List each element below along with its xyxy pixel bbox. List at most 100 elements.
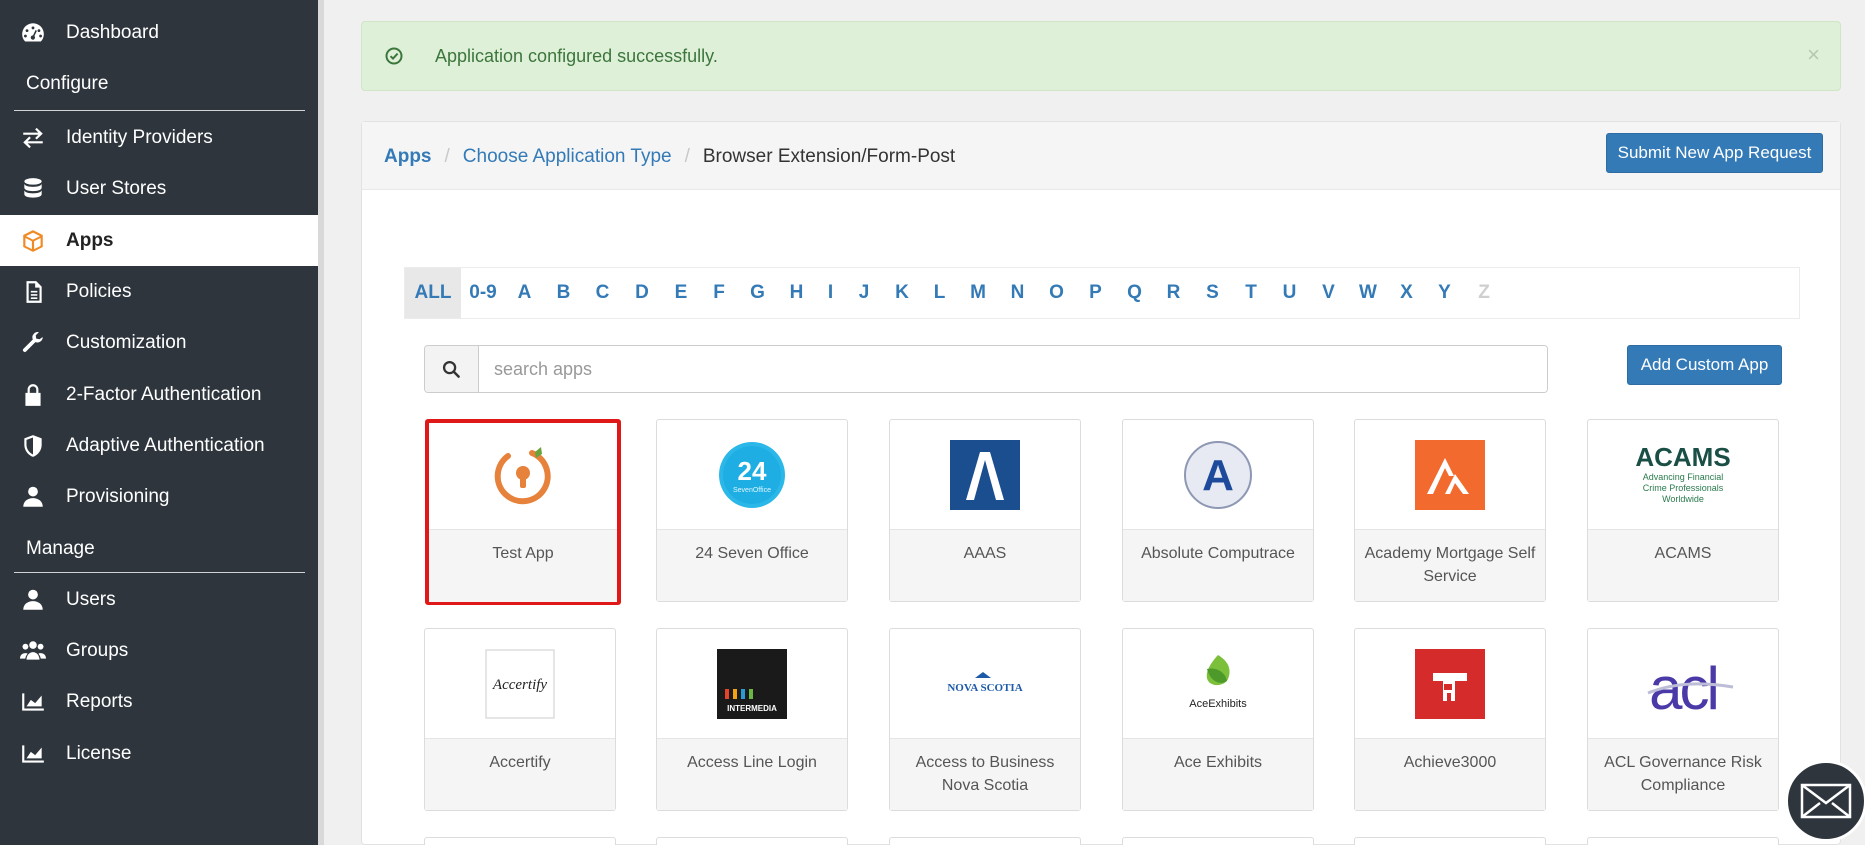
sidebar-item-groups[interactable]: Groups: [0, 625, 318, 676]
close-icon[interactable]: ×: [1807, 42, 1820, 68]
app-name: Accertify: [425, 739, 615, 810]
svg-text:NOVA SCOTIA: NOVA SCOTIA: [947, 682, 1022, 694]
app-card-partial[interactable]: [1122, 837, 1314, 845]
sidebar-item-reports[interactable]: Reports: [0, 676, 318, 727]
filter-letter-w[interactable]: W: [1348, 268, 1388, 318]
svg-text:AceExhibits: AceExhibits: [1189, 698, 1247, 710]
app-card-partial[interactable]: [424, 837, 616, 845]
app-card-access-to-business-nova-scotia[interactable]: NOVA SCOTIA Access to Business Nova Scot…: [889, 628, 1081, 811]
sidebar-item-customization[interactable]: Customization: [0, 317, 318, 368]
app-card-acams[interactable]: ACAMS Advancing Financial Crime Profession…: [1587, 419, 1779, 602]
filter-letter-y[interactable]: Y: [1425, 268, 1464, 318]
filter-letter-u[interactable]: U: [1270, 268, 1309, 318]
divider: [14, 572, 305, 573]
add-custom-app-button[interactable]: Add Custom App: [1627, 345, 1782, 385]
breadcrumb-apps[interactable]: Apps: [384, 146, 432, 168]
filter-letter-v[interactable]: V: [1309, 268, 1348, 318]
svg-text:INTERMEDIA: INTERMEDIA: [727, 704, 777, 713]
app-logo: acl: [1588, 629, 1778, 739]
sidebar-item-identity-providers[interactable]: Identity Providers: [0, 112, 318, 163]
filter-letter-b[interactable]: B: [544, 268, 583, 318]
check-circle-icon: [385, 47, 403, 65]
sidebar-item-license[interactable]: License: [0, 728, 318, 779]
search-button[interactable]: [425, 346, 479, 392]
filter-letter-f[interactable]: F: [700, 268, 738, 318]
filter-letter-r[interactable]: R: [1154, 268, 1193, 318]
app-card-acl-governance[interactable]: acl ACL Governance Risk Compliance: [1587, 628, 1779, 811]
filter-letter-q[interactable]: Q: [1115, 268, 1154, 318]
app-name: ACAMS: [1588, 530, 1778, 601]
app-card-partial[interactable]: [1354, 837, 1546, 845]
filter-letter-o[interactable]: O: [1037, 268, 1076, 318]
filter-letter-a[interactable]: A: [505, 268, 544, 318]
app-card-partial[interactable]: [656, 837, 848, 845]
app-logo: INTERMEDIA: [657, 629, 847, 739]
app-card-accertify[interactable]: Accertify Accertify: [424, 628, 616, 811]
app-name: Achieve3000: [1355, 739, 1545, 810]
sidebar-item-users[interactable]: Users: [0, 574, 318, 625]
app-card-aaas[interactable]: AAAS: [889, 419, 1081, 602]
filter-letter-c[interactable]: C: [583, 268, 622, 318]
app-card-partial[interactable]: [1587, 837, 1779, 845]
app-card-absolute-computrace[interactable]: A Absolute Computrace: [1122, 419, 1314, 602]
area-chart-icon: [0, 741, 66, 767]
filter-letter-t[interactable]: T: [1232, 268, 1270, 318]
area-chart-icon: [0, 689, 66, 715]
alphabet-filter: ALL 0-9 A B C D E F G H I J K L M N O P Q R S T U V W X Y Z: [404, 267, 1800, 319]
24-seven-office-logo-icon: 24SevenOffice: [719, 441, 785, 508]
submit-new-app-request-button[interactable]: Submit New App Request: [1606, 133, 1823, 173]
filter-letter-n[interactable]: N: [998, 268, 1037, 318]
app-name: Access Line Login: [657, 739, 847, 810]
app-name: Access to Business Nova Scotia: [890, 739, 1080, 810]
panel-header: Apps / Choose Application Type / Browser…: [362, 122, 1840, 190]
app-card-access-line-login[interactable]: INTERMEDIA Access Line Login: [656, 628, 848, 811]
app-card-partial[interactable]: [889, 837, 1081, 845]
sidebar-item-adaptive-authentication[interactable]: Adaptive Authentication: [0, 420, 318, 471]
filter-letter-g[interactable]: G: [738, 268, 777, 318]
section-heading-manage: Manage: [26, 538, 95, 559]
shield-icon: [0, 433, 66, 459]
filter-letter-k[interactable]: K: [883, 268, 921, 318]
filter-letter-p[interactable]: P: [1076, 268, 1115, 318]
app-card-academy-mortgage[interactable]: Academy Mortgage Self Service: [1354, 419, 1546, 602]
filter-letter-i[interactable]: I: [816, 268, 845, 318]
app-card-achieve3000[interactable]: Achieve3000: [1354, 628, 1546, 811]
app-card-ace-exhibits[interactable]: AceExhibits Ace Exhibits: [1122, 628, 1314, 811]
svg-text:Accertify: Accertify: [492, 677, 547, 693]
sidebar-item-label: Customization: [66, 331, 187, 353]
sidebar-item-dashboard[interactable]: Dashboard: [0, 7, 318, 58]
app-name: Academy Mortgage Self Service: [1355, 530, 1545, 601]
achieve3000-logo-icon: [1415, 648, 1485, 719]
app-logo: NOVA SCOTIA: [890, 629, 1080, 739]
filter-letter-j[interactable]: J: [845, 268, 883, 318]
search-input[interactable]: [479, 346, 1547, 392]
chat-button[interactable]: [1785, 760, 1865, 842]
app-card-24-seven-office[interactable]: 24 SevenOffice 24 Seven Office: [656, 419, 848, 602]
breadcrumb-choose-application-type[interactable]: Choose Application Type: [463, 146, 672, 168]
document-icon: [0, 279, 66, 305]
sidebar-item-apps[interactable]: Apps: [0, 215, 318, 266]
filter-letter-0-9[interactable]: 0-9: [461, 268, 505, 318]
filter-letter-s[interactable]: S: [1193, 268, 1232, 318]
app-catalog-panel: Apps / Choose Application Type / Browser…: [361, 121, 1841, 845]
sidebar-item-2-factor-authentication[interactable]: 2-Factor Authentication: [0, 369, 318, 420]
filter-letter-e[interactable]: E: [662, 268, 700, 318]
sidebar-item-label: License: [66, 742, 132, 764]
filter-all[interactable]: ALL: [405, 268, 461, 318]
filter-letter-x[interactable]: X: [1388, 268, 1425, 318]
filter-letter-m[interactable]: M: [958, 268, 998, 318]
user-icon: [0, 587, 66, 613]
breadcrumb-separator: /: [444, 146, 450, 167]
divider: [14, 110, 305, 111]
breadcrumb: Apps / Choose Application Type / Browser…: [384, 146, 955, 168]
sidebar-item-user-stores[interactable]: User Stores: [0, 163, 318, 214]
app-card-test-app[interactable]: Test App: [425, 419, 621, 605]
filter-letter-l[interactable]: L: [921, 268, 958, 318]
filter-letter-d[interactable]: D: [622, 268, 662, 318]
sidebar-item-provisioning[interactable]: Provisioning: [0, 471, 318, 522]
dashboard-icon: [0, 20, 66, 46]
accertify-logo-icon: Accertify: [485, 649, 555, 718]
acams-logo-icon: ACAMSAdvancing FinancialCrime Profession…: [1635, 442, 1730, 504]
filter-letter-h[interactable]: H: [777, 268, 816, 318]
sidebar-item-policies[interactable]: Policies: [0, 266, 318, 317]
